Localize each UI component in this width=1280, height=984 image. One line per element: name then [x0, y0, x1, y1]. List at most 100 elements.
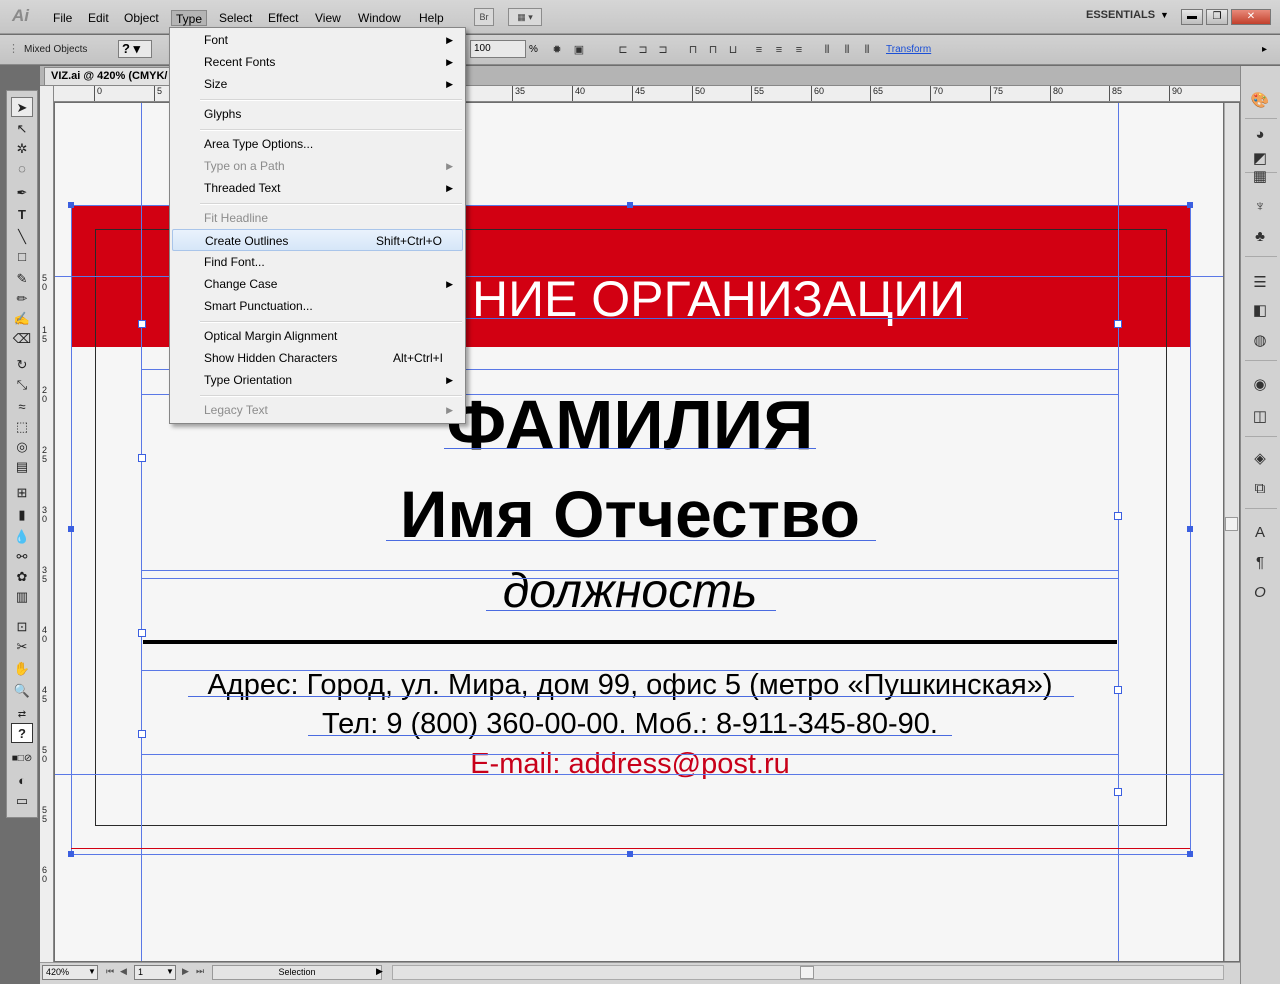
close-button[interactable]: ✕: [1231, 9, 1271, 25]
character-panel-icon[interactable]: A: [1249, 522, 1271, 544]
blend-tool-icon[interactable]: ⚯: [11, 547, 33, 567]
column-graph-tool-icon[interactable]: ▥: [11, 587, 33, 607]
email-text[interactable]: E-mail: address@post.ru: [70, 746, 1190, 782]
gradient-tool-icon[interactable]: ▮: [11, 505, 33, 525]
selection-handle[interactable]: [1187, 851, 1193, 857]
direct-selection-tool-icon[interactable]: ↖: [11, 119, 33, 139]
artboard-tool-icon[interactable]: ⊡: [11, 617, 33, 637]
opentype-panel-icon[interactable]: O: [1249, 582, 1271, 604]
pen-tool-icon[interactable]: ✒: [11, 183, 33, 203]
type-tool-icon[interactable]: T: [11, 205, 33, 225]
transparency-panel-icon[interactable]: ◍: [1249, 330, 1271, 352]
zoom-dropdown-icon[interactable]: ▼: [88, 967, 96, 976]
menu-select[interactable]: Select: [215, 10, 256, 26]
restore-button[interactable]: ❐: [1206, 9, 1228, 25]
menu-item-show-hidden-characters[interactable]: Show Hidden Characters Alt+Ctrl+I: [172, 347, 463, 369]
line-tool-icon[interactable]: ╲: [11, 227, 33, 247]
align-bottom-icon[interactable]: ⊔: [724, 43, 742, 59]
distribute-top-icon[interactable]: ≡: [750, 43, 768, 59]
align-right-icon[interactable]: ⊐: [654, 43, 672, 59]
menu-view[interactable]: View: [311, 10, 345, 26]
horizontal-scrollbar-thumb[interactable]: [800, 966, 814, 979]
menu-item-type-orientation[interactable]: Type Orientation ▶: [172, 369, 463, 391]
opacity-input[interactable]: 100: [470, 40, 526, 58]
draw-mode-icon[interactable]: ◐: [11, 771, 33, 791]
align-left-icon[interactable]: ⊏: [614, 43, 632, 59]
selection-handle[interactable]: [138, 730, 146, 738]
address-text[interactable]: Адрес: Город, ул. Мира, дом 99, офис 5 (…: [70, 667, 1190, 703]
paragraph-panel-icon[interactable]: ¶: [1249, 552, 1271, 574]
menu-window[interactable]: Window: [354, 10, 405, 26]
transform-link[interactable]: Transform: [886, 44, 931, 55]
stroke-panel-icon[interactable]: ☰: [1249, 272, 1271, 294]
vertical-scrollbar[interactable]: [1224, 103, 1239, 961]
menu-item-find-font[interactable]: Find Font...: [172, 251, 463, 273]
status-menu-icon[interactable]: ▶: [376, 966, 383, 977]
menu-effect[interactable]: Effect: [264, 10, 302, 26]
selection-handle[interactable]: [627, 202, 633, 208]
blob-brush-tool-icon[interactable]: ✍: [11, 309, 33, 329]
zoom-tool-icon[interactable]: 🔍: [11, 681, 33, 701]
minimize-button[interactable]: ▬: [1181, 9, 1203, 25]
rotate-tool-icon[interactable]: ↻: [11, 355, 33, 375]
last-artboard-icon[interactable]: ⏭: [196, 966, 204, 977]
recolor-icon[interactable]: ✹: [548, 43, 566, 59]
color-panel-icon[interactable]: 🎨: [1249, 90, 1271, 112]
symbols-panel-icon[interactable]: ♣: [1249, 226, 1271, 248]
distribute-bottom-icon[interactable]: ≡: [790, 43, 808, 59]
rectangle-tool-icon[interactable]: □: [11, 247, 33, 267]
arrange-documents-icon[interactable]: ▦ ▾: [508, 8, 542, 26]
workspace-switcher[interactable]: ESSENTIALS: [1086, 9, 1155, 21]
first-artboard-icon[interactable]: ⏮: [106, 966, 114, 977]
document-tab[interactable]: VIZ.ai @ 420% (CMYK/: [44, 67, 175, 85]
menu-type[interactable]: Type: [171, 10, 208, 26]
selection-handle[interactable]: [1187, 202, 1193, 208]
selection-handle[interactable]: [1187, 526, 1193, 532]
menu-item-change-case[interactable]: Change Case ▶: [172, 273, 463, 295]
warp-tool-icon[interactable]: ≈: [11, 397, 33, 417]
distribute-right-icon[interactable]: ⦀: [858, 43, 876, 59]
workspace-dropdown-icon[interactable]: ▼: [1160, 10, 1169, 20]
swatches-panel-icon[interactable]: ▦: [1249, 166, 1271, 188]
selection-handle[interactable]: [1114, 686, 1122, 694]
selection-handle[interactable]: [68, 526, 74, 532]
graphic-styles-panel-icon[interactable]: ◫: [1249, 406, 1271, 428]
selection-handle[interactable]: [1114, 512, 1122, 520]
pencil-tool-icon[interactable]: ✏: [11, 289, 33, 309]
selection-handle[interactable]: [138, 454, 146, 462]
selection-handle[interactable]: [627, 851, 633, 857]
selection-handle[interactable]: [68, 851, 74, 857]
selection-tool-icon[interactable]: ➤: [11, 97, 33, 117]
gradient-panel-icon[interactable]: ◧: [1249, 300, 1271, 322]
next-artboard-icon[interactable]: ▶: [182, 966, 189, 977]
selection-handle[interactable]: [138, 320, 146, 328]
lasso-tool-icon[interactable]: ◌: [11, 159, 33, 179]
control-panel-menu-icon[interactable]: ▸: [1262, 44, 1267, 55]
menu-item-size[interactable]: Size ▶: [172, 73, 463, 95]
selection-handle[interactable]: [1114, 320, 1122, 328]
free-transform-tool-icon[interactable]: ⬚: [11, 417, 33, 437]
brushes-panel-icon[interactable]: ♆: [1249, 196, 1271, 218]
distribute-vcenter-icon[interactable]: ≡: [770, 43, 788, 59]
layers-panel-icon[interactable]: ◈: [1249, 448, 1271, 470]
magic-wand-tool-icon[interactable]: ✲: [11, 139, 33, 159]
previous-artboard-icon[interactable]: ◀: [120, 966, 127, 977]
distribute-hcenter-icon[interactable]: ⦀: [838, 43, 856, 59]
position-text[interactable]: должность: [70, 563, 1190, 621]
fill-stroke-icon[interactable]: ?: [11, 723, 33, 743]
menu-object[interactable]: Object: [120, 10, 163, 26]
menu-item-optical-margin-alignment[interactable]: Optical Margin Alignment: [172, 325, 463, 347]
slice-tool-icon[interactable]: ✂: [11, 637, 33, 657]
swap-fill-stroke-icon[interactable]: ⇄: [11, 705, 33, 725]
menu-item-smart-punctuation[interactable]: Smart Punctuation...: [172, 295, 463, 317]
appearance-panel-icon[interactable]: ◉: [1249, 374, 1271, 396]
selection-handle[interactable]: [68, 202, 74, 208]
menu-item-font[interactable]: Font ▶: [172, 29, 463, 51]
menu-item-create-outlines[interactable]: Create Outlines Shift+Ctrl+O: [172, 229, 463, 251]
menu-item-recent-fonts[interactable]: Recent Fonts ▶: [172, 51, 463, 73]
menu-item-threaded-text[interactable]: Threaded Text ▶: [172, 177, 463, 199]
distribute-left-icon[interactable]: ⦀: [818, 43, 836, 59]
menu-item-glyphs[interactable]: Glyphs: [172, 103, 463, 125]
eyedropper-tool-icon[interactable]: 💧: [11, 527, 33, 547]
help-icon[interactable]: ? ▾: [118, 40, 152, 58]
